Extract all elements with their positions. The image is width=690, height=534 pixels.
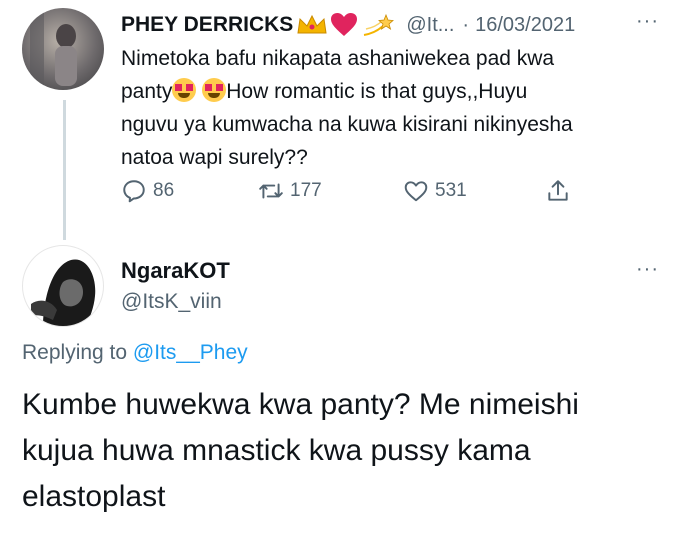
- like-icon: [404, 181, 428, 202]
- tweet1-header: PHEY DERRICKS @It... · 16/03/2021: [121, 10, 575, 40]
- like-button[interactable]: 531: [403, 178, 467, 204]
- tweet2-line3: elastoplast: [22, 480, 166, 513]
- heart-eyes-emoji-icon: [172, 78, 197, 102]
- tweet1-line2: panty How romantic is that guys,,Huyu: [121, 75, 681, 108]
- tweet1-separator: ·: [462, 13, 470, 36]
- tweet1-display-name[interactable]: PHEY DERRICKS: [121, 13, 293, 37]
- tweet2-text: Kumbe huwekwa kwa panty? Me nimeishi kuj…: [22, 382, 682, 520]
- tweet1-handle[interactable]: @It...: [406, 14, 454, 37]
- replying-to-prefix: Replying to: [22, 341, 133, 364]
- tweet2-line2: kujua huwa mnastick kwa pussy kama: [22, 434, 531, 467]
- share-button[interactable]: [545, 178, 571, 204]
- tweet1-text: Nimetoka bafu nikapata ashaniwekea pad k…: [121, 42, 681, 174]
- tweet1-line1: Nimetoka bafu nikapata ashaniwekea pad k…: [121, 47, 555, 70]
- tweet1-line2-pre: panty: [121, 80, 173, 103]
- tweet1-line3: nguvu ya kumwacha na kuwa kisirani nikin…: [121, 113, 573, 136]
- avatar-ngarakot[interactable]: [22, 245, 104, 327]
- replying-to-handle[interactable]: @Its__Phey: [133, 341, 248, 364]
- shooting-star-icon: [364, 13, 395, 36]
- thread-line: [63, 100, 66, 240]
- reply-button[interactable]: 86: [121, 178, 174, 204]
- tweet2-more-button[interactable]: ···: [636, 258, 659, 281]
- avatar-phey-image: [30, 8, 77, 90]
- like-count: 531: [435, 180, 467, 201]
- replying-to: Replying to @Its__Phey: [22, 341, 248, 365]
- tweet1-line2-post: How romantic is that guys,,Huyu: [226, 80, 528, 103]
- share-icon: [548, 180, 568, 201]
- retweet-button[interactable]: 177: [258, 178, 322, 204]
- crown-icon: [297, 14, 327, 34]
- avatar-phey[interactable]: [22, 8, 104, 90]
- heart-eyes-emoji-icon: [202, 78, 227, 102]
- reply-icon: [123, 180, 145, 203]
- tweet1-more-button[interactable]: ···: [636, 10, 659, 33]
- retweet-icon: [259, 183, 283, 199]
- retweet-count: 177: [290, 180, 322, 201]
- tweet2-display-name[interactable]: NgaraKOT: [121, 258, 230, 284]
- tweet2-handle[interactable]: @ItsK_viin: [121, 290, 222, 314]
- tweet2-line1: Kumbe huwekwa kwa panty? Me nimeishi: [22, 388, 579, 421]
- avatar-ngarakot-image: [31, 259, 96, 326]
- tweet1-date[interactable]: 16/03/2021: [475, 14, 575, 37]
- reply-count: 86: [153, 180, 175, 201]
- red-heart-icon: [331, 13, 358, 36]
- tweet1-line4: natoa wapi surely??: [121, 146, 308, 169]
